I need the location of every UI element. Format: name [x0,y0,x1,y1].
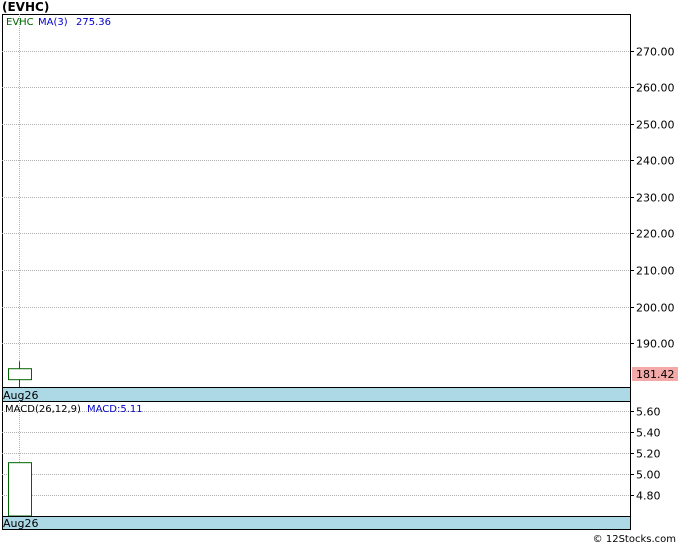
copyright-notice: © 12Stocks.com [592,534,676,545]
ma-value: 275.36 [76,17,111,28]
macd-bar [8,462,32,517]
price-date-band [2,387,631,402]
macd-tick-label: 5.40 [636,427,661,440]
price-tick-label: 220.00 [636,228,675,241]
ticker-label: EVHC [6,17,34,28]
macd-date-label: Aug26 [3,517,38,530]
price-tick-label: 260.00 [636,82,675,95]
macd-panel-frame [2,401,631,517]
price-tick-label: 240.00 [636,155,675,168]
stock-chart: 270.00 260.00 250.00 240.00 230.00 220.00 210.… [2,14,678,530]
ma-label: MA(3) [38,17,68,28]
price-tick-label: 190.00 [636,338,675,351]
macd-tick-label: 4.80 [636,490,661,503]
candle-body [8,368,32,381]
macd-tick-label: 5.20 [636,448,661,461]
price-tick-label: 200.00 [636,302,675,315]
price-panel-frame [2,14,631,388]
macd-value: MACD:5.11 [87,404,143,415]
price-tick-label: 270.00 [636,46,675,59]
macd-label: MACD(26,12,9) [5,404,81,415]
last-price-label: 181.42 [636,368,675,381]
macd-date-band [2,516,631,530]
price-tick-label: 250.00 [636,119,675,132]
macd-tick-label: 5.00 [636,469,661,482]
macd-tick-label: 5.60 [636,406,661,419]
price-tick-label: 210.00 [636,265,675,278]
price-tick-label: 230.00 [636,192,675,205]
price-date-label: Aug26 [3,389,38,402]
